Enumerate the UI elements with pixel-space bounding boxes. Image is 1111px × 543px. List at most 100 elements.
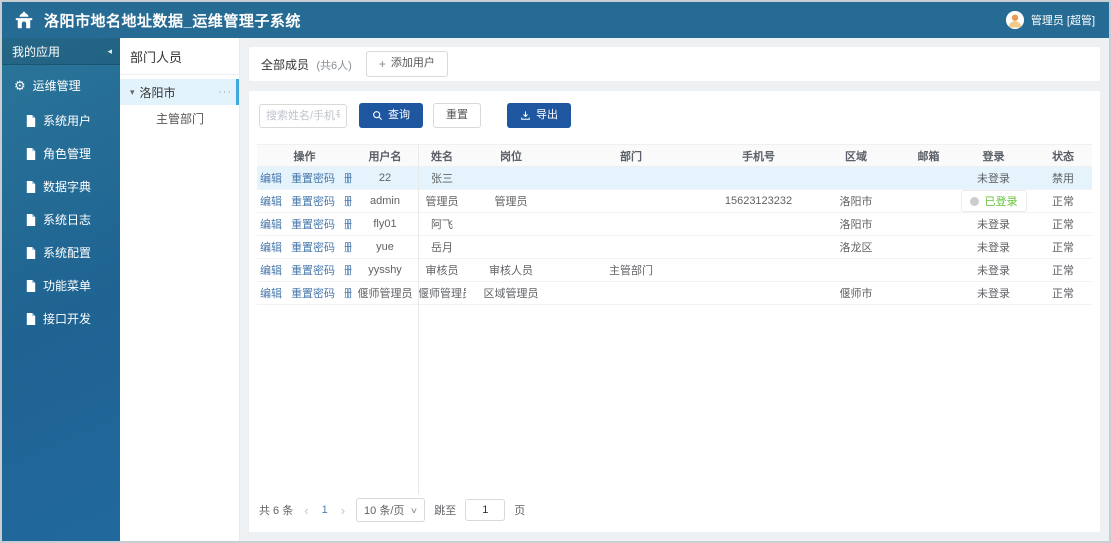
table-row[interactable]: 编辑 重置密码 删除 admin 管理员 管理员 15623123232 洛阳市…	[257, 190, 1092, 214]
page-suffix-label: 页	[514, 505, 526, 517]
caret-down-icon[interactable]: ▾	[130, 87, 135, 98]
app-body: 我的应用 ◂ ⚙ 运维管理 系统用户 角色管理 数据字典 系统日志 系统配置 功…	[2, 38, 1109, 541]
cell-name: 审核员	[425, 265, 459, 278]
cell-actions: 编辑 重置密码 删除	[257, 262, 352, 278]
search-input[interactable]	[259, 103, 347, 128]
sidebar-item-system-users[interactable]: 系统用户	[2, 104, 120, 137]
chevron-down-icon: ∨	[410, 505, 419, 515]
document-icon	[26, 180, 36, 193]
export-icon	[520, 110, 531, 121]
gear-icon: ⚙	[14, 78, 26, 93]
column-header-department: 部门	[620, 150, 642, 163]
cell-position: 区域管理员	[483, 288, 539, 301]
user-name: 管理员 [超管]	[1030, 15, 1095, 27]
search-toolbar: 查询 重置 导出	[257, 103, 1092, 129]
reset-password-link[interactable]: 重置密码	[291, 173, 335, 185]
edit-link[interactable]: 编辑	[260, 242, 282, 254]
plus-icon: +	[378, 56, 386, 71]
sidebar-title: 我的应用	[12, 44, 61, 59]
cell-login: 未登录	[956, 285, 1031, 301]
cell-status: 正常	[1052, 196, 1074, 209]
cell-department: 主管部门	[609, 265, 653, 278]
table-row[interactable]: 编辑 重置密码 删除 yue 岳月 洛龙区 未登录 正常	[257, 236, 1092, 260]
cell-status: 正常	[1052, 265, 1074, 278]
add-user-button[interactable]: + 添加用户	[365, 50, 448, 78]
reset-password-link[interactable]: 重置密码	[291, 265, 335, 277]
reset-password-link[interactable]: 重置密码	[291, 219, 335, 231]
table-row[interactable]: 编辑 重置密码 删除 yysshy 审核员 审核人员 主管部门 未登录 正常	[257, 259, 1092, 283]
query-label: 查询	[388, 109, 410, 121]
more-options-icon[interactable]: ···	[218, 86, 232, 98]
reset-password-link[interactable]: 重置密码	[291, 288, 335, 300]
logged-in-badge[interactable]: 已登录	[960, 190, 1027, 213]
edit-link[interactable]: 编辑	[260, 173, 282, 185]
login-status-text: 未登录	[977, 219, 1010, 232]
sidebar-item-label: 系统用户	[43, 114, 92, 128]
tree-item-label: 主管部门	[156, 111, 205, 126]
cell-position: 审核人员	[489, 265, 533, 278]
delete-link[interactable]: 删除	[344, 173, 352, 185]
document-icon	[26, 114, 36, 127]
members-count: (共6人)	[316, 59, 352, 72]
column-header-login: 登录	[982, 150, 1005, 163]
members-summary: 全部成员 (共6人)	[261, 56, 352, 73]
jump-label: 跳至	[434, 505, 457, 517]
sidebar-item-system-logs[interactable]: 系统日志	[2, 203, 120, 236]
delete-link[interactable]: 删除	[344, 196, 352, 208]
cell-region: 洛龙区	[839, 242, 873, 255]
sidebar-group-ops-management[interactable]: ⚙ 运维管理	[2, 65, 120, 104]
delete-link[interactable]: 删除	[344, 219, 352, 231]
column-header-username: 用户名	[368, 150, 402, 163]
members-toolbar: 全部成员 (共6人) + 添加用户	[248, 46, 1101, 82]
department-panel-title: 部门人员	[120, 38, 239, 75]
sidebar-item-data-dictionary[interactable]: 数据字典	[2, 170, 120, 203]
delete-link[interactable]: 删除	[344, 288, 352, 300]
edit-link[interactable]: 编辑	[260, 219, 282, 231]
next-page-button[interactable]: ›	[339, 503, 347, 518]
delete-link[interactable]: 删除	[344, 242, 352, 254]
user-avatar-icon	[1005, 11, 1024, 29]
table-row[interactable]: 编辑 重置密码 删除 偃师管理员 偃师管理员 区域管理员 偃师市 未登录 正常	[257, 282, 1092, 306]
page-size-select[interactable]: 10 条/页 ∨	[356, 498, 426, 522]
sidebar-item-api-development[interactable]: 接口开发	[2, 302, 120, 335]
sidebar-item-role-management[interactable]: 角色管理	[2, 137, 120, 170]
sidebar-header-my-apps[interactable]: 我的应用 ◂	[2, 38, 120, 65]
column-header-region: 区域	[845, 150, 867, 163]
jump-page-input[interactable]	[465, 499, 506, 521]
prev-page-button[interactable]: ‹	[302, 503, 310, 518]
collapse-icon[interactable]: ◂	[107, 46, 112, 57]
sidebar-item-label: 系统配置	[43, 246, 92, 260]
table-row[interactable]: 编辑 重置密码 删除 22 张三 未登录 禁用	[257, 167, 1092, 191]
sidebar-item-label: 接口开发	[43, 312, 92, 326]
reset-button[interactable]: 重置	[433, 103, 481, 129]
delete-link[interactable]: 删除	[344, 265, 352, 277]
cell-actions: 编辑 重置密码 删除	[257, 216, 352, 232]
user-table-card: 查询 重置 导出 操作	[248, 90, 1101, 533]
sidebar-item-label: 角色管理	[43, 147, 92, 161]
page-title: 洛阳市地名地址数据_运维管理子系统	[44, 12, 301, 30]
page-number-1[interactable]: 1	[320, 504, 330, 516]
reset-password-link[interactable]: 重置密码	[291, 196, 335, 208]
table-row[interactable]: 编辑 重置密码 删除 fly01 阿飞 洛阳市 未登录 正常	[257, 213, 1092, 237]
edit-link[interactable]: 编辑	[260, 196, 282, 208]
export-button[interactable]: 导出	[507, 103, 571, 129]
cell-login: 未登录	[956, 216, 1031, 232]
reset-password-link[interactable]: 重置密码	[291, 242, 335, 254]
query-button[interactable]: 查询	[359, 103, 423, 129]
edit-link[interactable]: 编辑	[260, 288, 282, 300]
tree-item-label: 洛阳市	[139, 85, 176, 100]
sidebar-item-system-config[interactable]: 系统配置	[2, 236, 120, 269]
login-status-text: 未登录	[977, 242, 1010, 255]
department-tree: ▾ 洛阳市 ··· 主管部门	[120, 75, 239, 131]
cell-actions: 编辑 重置密码 删除	[257, 170, 352, 186]
user-menu[interactable]: 管理员 [超管]	[1005, 11, 1095, 29]
tree-item-luoyang[interactable]: ▾ 洛阳市 ···	[120, 79, 239, 105]
app-header: 洛阳市地名地址数据_运维管理子系统 管理员 [超管]	[2, 2, 1109, 38]
sidebar-item-function-menu[interactable]: 功能菜单	[2, 269, 120, 302]
tree-item-supervisor-dept[interactable]: 主管部门	[120, 105, 239, 131]
department-panel: 部门人员 ▾ 洛阳市 ··· 主管部门	[120, 38, 240, 541]
login-status-text: 未登录	[977, 265, 1010, 278]
login-status-text: 未登录	[977, 173, 1010, 186]
column-header-email: 邮箱	[917, 150, 940, 163]
edit-link[interactable]: 编辑	[260, 265, 282, 277]
